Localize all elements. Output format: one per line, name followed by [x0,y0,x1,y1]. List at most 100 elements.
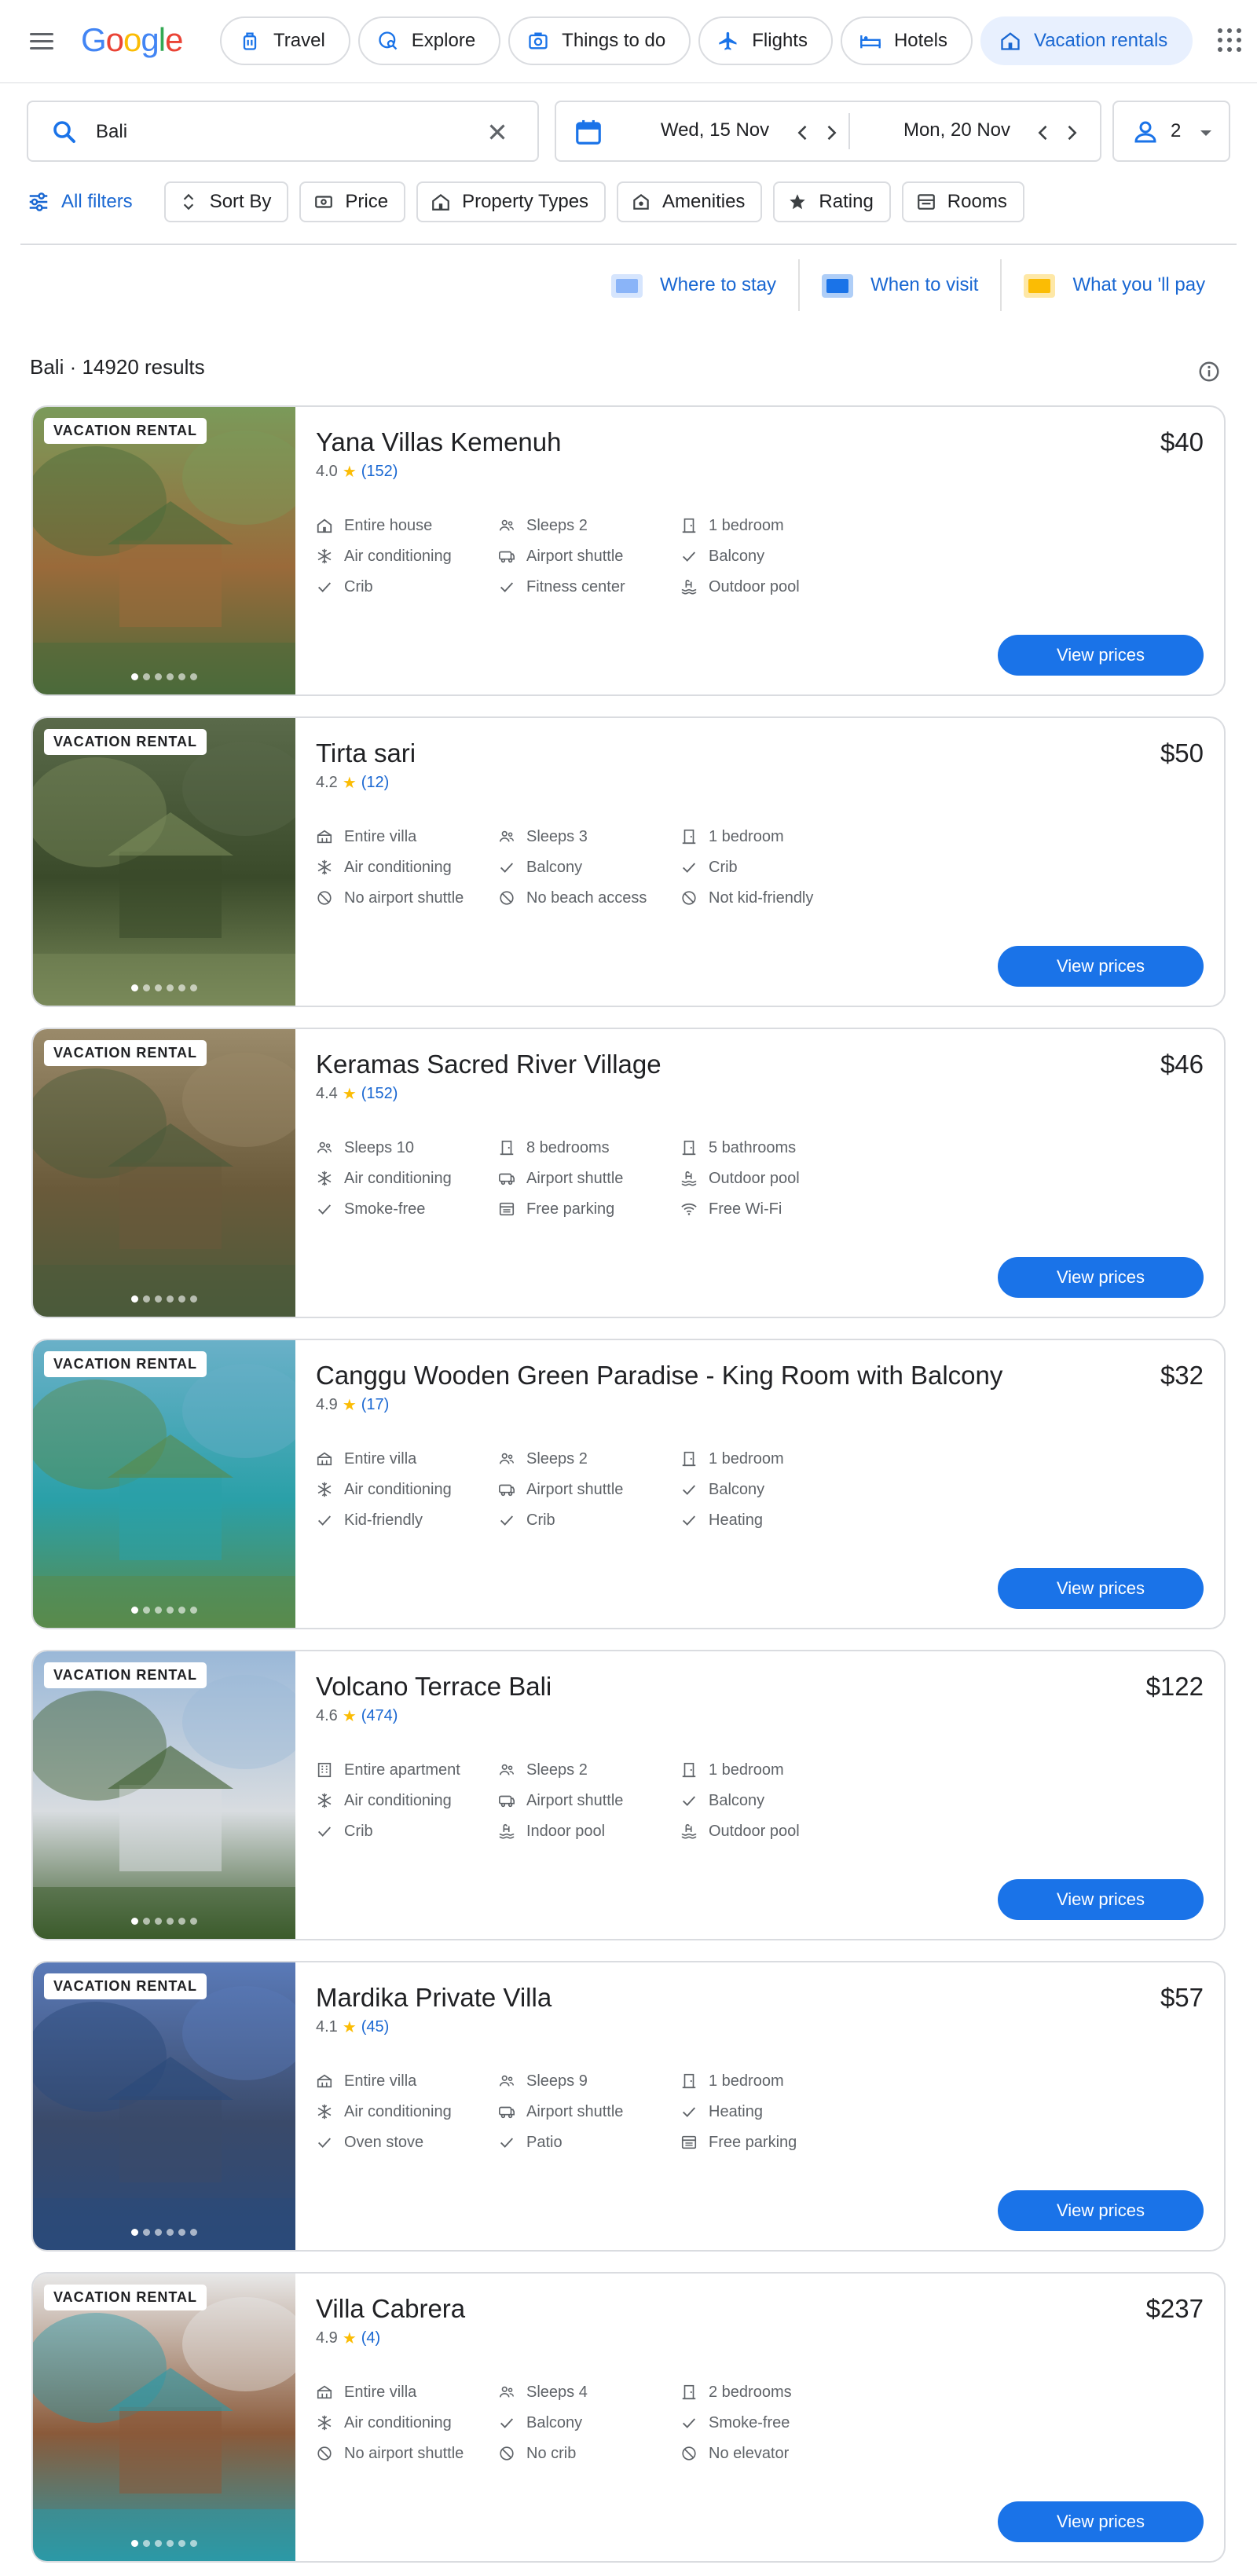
filter-rating[interactable]: Rating [773,181,891,222]
listing-card[interactable]: VACATION RENTAL Canggu Wooden Green Parad… [31,1339,1226,1629]
listing-photo-image [33,407,295,694]
listing-rating: 4.0 ★ (152) [316,462,398,482]
listing-card[interactable]: VACATION RENTAL Volcano Terrace Bali $122 4… [31,1650,1226,1940]
check-in-next-chevron-icon[interactable] [820,122,842,144]
insight-where-to-stay[interactable]: Where to stay [599,259,798,311]
nav-hotels[interactable]: Hotels [840,16,973,65]
filter-label: Sort By [209,191,272,212]
listing-title[interactable]: Mardika Private Villa [316,1983,552,2013]
check-out-next-chevron-icon[interactable] [1061,122,1083,144]
feature-label: Balcony [709,1791,765,1809]
nav-label: Things to do [562,30,666,51]
check-out-prev-chevron-icon[interactable] [1032,122,1054,144]
filter-rooms[interactable]: Rooms [901,181,1024,222]
listing-feature: Oven stove [316,2132,498,2153]
filter-property-types[interactable]: Property Types [416,181,607,222]
photo-carousel-dots[interactable] [33,984,295,991]
check-out-date[interactable]: Mon, 20 Nov [886,119,1028,141]
listing-features: Entire villa Sleeps 3 1 bedroom Air conditi… [316,826,863,908]
view-prices-button[interactable]: View prices [998,2501,1204,2542]
photo-carousel-dots[interactable] [33,673,295,680]
feature-label: Sleeps 9 [526,2072,588,2090]
listing-photo[interactable]: VACATION RENTAL [33,1340,295,1628]
photo-carousel-dots[interactable] [33,1295,295,1303]
door-icon [682,829,696,845]
review-count[interactable]: (4) [361,2329,380,2347]
insight-what-you-ll-pay[interactable]: What you 'll pay [1000,259,1227,311]
listing-feature: Balcony [680,1479,863,1500]
photo-carousel-dots[interactable] [33,2229,295,2236]
photo-carousel-dots[interactable] [33,1918,295,1925]
listing-features: Entire villa Sleeps 4 2 bedrooms Air condit… [316,2382,863,2464]
listing-title[interactable]: Canggu Wooden Green Paradise - King Room… [316,1361,1002,1391]
photo-carousel-dots[interactable] [33,1607,295,1614]
review-count[interactable]: (152) [361,1085,398,1103]
check-in-prev-chevron-icon[interactable] [792,122,814,144]
listing-photo[interactable]: VACATION RENTAL [33,1651,295,1939]
view-prices-button[interactable]: View prices [998,2190,1204,2231]
snowflake-icon [317,859,332,875]
review-count[interactable]: (152) [361,463,398,481]
nav-explore[interactable]: Explore [357,16,501,65]
filter-price[interactable]: Price [299,181,406,222]
listing-card[interactable]: VACATION RENTAL Mardika Private Villa $57 4… [31,1961,1226,2252]
nav-flights[interactable]: Flights [698,16,833,65]
listing-title[interactable]: Yana Villas Kemenuh [316,427,562,457]
listing-title[interactable]: Villa Cabrera [316,2294,465,2324]
check-in-date[interactable]: Wed, 15 Nov [644,119,786,141]
filter-amenities[interactable]: Amenities [617,181,763,222]
feature-label: Entire villa [344,2072,417,2090]
listing-photo[interactable]: VACATION RENTAL [33,718,295,1006]
listing-photo[interactable]: VACATION RENTAL [33,1029,295,1317]
location-search-input[interactable] [96,116,473,148]
listing-title[interactable]: Tirta sari [316,738,416,768]
main-menu-button[interactable] [30,27,58,55]
plane-icon [719,31,737,50]
all-filters-button[interactable]: All filters [27,190,133,214]
view-prices-button[interactable]: View prices [998,946,1204,987]
listing-feature: Airport shuttle [498,1790,680,1811]
review-count[interactable]: (17) [361,1396,390,1414]
insight-when-to-visit[interactable]: When to visit [798,259,1000,311]
review-count[interactable]: (12) [361,774,390,792]
listing-photo[interactable]: VACATION RENTAL [33,407,295,694]
feature-label: Crib [344,1822,373,1840]
listing-title[interactable]: Keramas Sacred River Village [316,1050,661,1079]
view-prices-button[interactable]: View prices [998,1568,1204,1609]
listing-photo[interactable]: VACATION RENTAL [33,1962,295,2250]
listing-photo[interactable]: VACATION RENTAL [33,2274,295,2561]
listing-features: Entire apartment Sleeps 2 1 bedroom Air con… [316,1760,863,1841]
info-icon[interactable] [1197,360,1221,383]
view-prices-button[interactable]: View prices [998,1879,1204,1920]
view-prices-button[interactable]: View prices [998,1257,1204,1298]
listing-feature: Airport shuttle [498,546,680,566]
listing-title[interactable]: Volcano Terrace Bali [316,1672,552,1702]
nav-travel[interactable]: Travel [220,16,350,65]
listing-feature: 1 bedroom [680,1449,863,1469]
listing-feature: Sleeps 2 [498,515,680,536]
listing-card[interactable]: VACATION RENTAL Tirta sari $50 4.2 ★ (12) Enti… [31,716,1226,1007]
feature-label: Sleeps 4 [526,2383,588,2401]
feature-label: Not kid-friendly [709,889,814,907]
view-prices-button[interactable]: View prices [998,635,1204,676]
clear-search-icon[interactable] [484,119,511,145]
google-logo[interactable]: Google [81,20,183,60]
listing-card[interactable]: VACATION RENTAL Yana Villas Kemenuh $40 4.0… [31,405,1226,696]
filter-sort-by[interactable]: Sort By [163,181,289,222]
nav-things-to-do[interactable]: Things to do [508,16,691,65]
logo-letter: l [158,21,166,58]
listing-feature: No airport shuttle [316,888,498,908]
google-apps-button[interactable] [1216,27,1243,53]
review-count[interactable]: (45) [361,2018,390,2036]
listing-card[interactable]: VACATION RENTAL Villa Cabrera $237 4.9 ★ (4) E… [31,2272,1226,2563]
calendar-icon[interactable] [574,117,603,147]
photo-carousel-dots[interactable] [33,2540,295,2547]
star-icon: ★ [342,1708,357,1725]
insight-illustration-icon [822,274,854,298]
people-icon [499,1453,514,1464]
guests-selector[interactable]: 2 [1112,101,1230,162]
listing-card[interactable]: VACATION RENTAL Keramas Sacred River Vill… [31,1028,1226,1318]
nav-vacation-rentals[interactable]: Vacation rentals [980,16,1193,65]
listing-feature: Entire villa [316,826,498,847]
review-count[interactable]: (474) [361,1707,398,1725]
